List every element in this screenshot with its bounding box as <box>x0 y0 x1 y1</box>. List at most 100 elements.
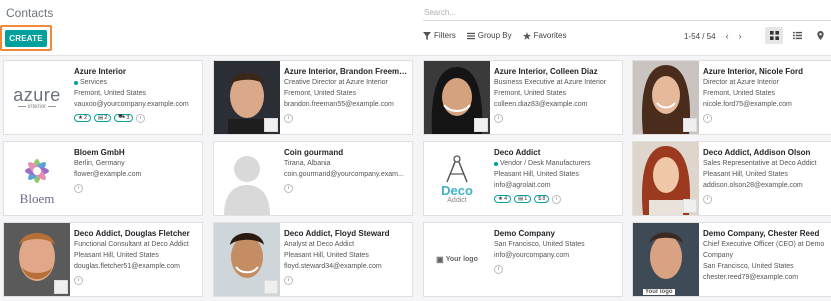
kanban-icon <box>769 31 779 40</box>
contact-card[interactable]: Deco Addict, Douglas Fletcher Functional… <box>3 222 203 297</box>
contact-function: Chief Executive Officer (CEO) at Demo <box>703 241 825 248</box>
pager-value[interactable]: 1-54 / 54 <box>684 32 716 41</box>
groupby-label: Group By <box>477 31 512 40</box>
company-mini-logo <box>264 118 278 132</box>
sales-badge[interactable]: ⛟ 3 <box>114 113 134 122</box>
activity-clock-icon[interactable] <box>703 195 712 204</box>
pager-next-icon[interactable]: › <box>739 31 742 41</box>
contact-avatar <box>214 61 280 134</box>
pager-previous-icon[interactable]: ‹ <box>726 31 729 41</box>
contact-card[interactable]: Azure Interior, Brandon Freeman Creative… <box>213 60 413 135</box>
contact-function: Director at Azure Interior <box>703 79 779 86</box>
filters-button[interactable]: Filters <box>423 31 456 40</box>
azure-logo-text: azure <box>13 84 61 105</box>
view-switcher <box>765 27 831 44</box>
company-logo: azure interior <box>4 61 70 134</box>
contact-card[interactable]: Coin gourmand Tirana, Albania coin.gourm… <box>213 141 413 216</box>
activity-clock-icon[interactable] <box>494 265 503 274</box>
company-mini-logo <box>264 280 278 294</box>
contact-name: Azure Interior, Brandon Freeman <box>284 67 408 76</box>
contact-email: douglas.fletcher51@example.com <box>74 263 180 270</box>
activity-badges: ★ 2 ▤ 2 ⛟ 3 <box>74 112 198 123</box>
deco-logo-subtext: Addict <box>447 196 467 204</box>
activity-clock-icon[interactable] <box>284 114 293 123</box>
contact-function: Creative Director at Azure Interior <box>284 79 388 86</box>
activity-clock-icon[interactable] <box>552 195 562 204</box>
tag-dot-icon <box>74 80 78 85</box>
activity-clock-icon[interactable] <box>136 114 146 123</box>
contact-avatar <box>633 61 699 134</box>
map-view-button[interactable] <box>811 27 829 44</box>
contact-card[interactable]: ▣ Your logo Demo Company San Francisco, … <box>423 222 623 297</box>
contact-name: Deco Addict, Floyd Steward <box>284 229 390 238</box>
contact-name: Azure Interior, Nicole Ford <box>703 67 804 76</box>
contact-card[interactable]: azure interior Azure Interior Services F… <box>3 60 203 135</box>
contact-email: vauxoo@yourcompany.example.com <box>74 101 189 108</box>
contact-location: San Francisco, United States <box>703 263 794 270</box>
list-view-button[interactable] <box>788 27 806 44</box>
opportunities-badge[interactable]: ★ 2 <box>74 113 91 122</box>
contact-card[interactable]: Azure Interior, Nicole Ford Director at … <box>632 60 831 135</box>
company-logo: Deco Addict <box>424 142 490 215</box>
pager: 1-54 / 54 ‹ › <box>684 31 742 41</box>
sales-badge[interactable]: $8 <box>534 194 550 203</box>
contact-location: Pleasant Hill, United States <box>284 252 369 259</box>
activity-clock-icon[interactable] <box>284 276 293 285</box>
page-title: Contacts <box>6 6 54 20</box>
meetings-badge[interactable]: ▤ 1 <box>514 194 532 203</box>
search-options: Filters Group By Favorites <box>423 31 566 40</box>
contact-email: nicole.ford75@example.com <box>703 101 792 108</box>
bars-icon <box>466 32 475 39</box>
filter-icon <box>423 31 431 40</box>
contact-location: Tirana, Albania <box>284 160 331 167</box>
activity-clock-icon[interactable] <box>703 114 712 123</box>
activity-clock-icon[interactable] <box>74 184 83 193</box>
create-button[interactable]: CREATE <box>5 30 47 47</box>
contact-location: Fremont, United States <box>284 90 356 97</box>
contact-email: flower@example.com <box>74 171 142 178</box>
create-button-highlight: CREATE <box>0 25 52 51</box>
contact-card[interactable]: Deco Addict, Floyd Steward Analyst at De… <box>213 222 413 297</box>
meetings-badge[interactable]: ▤ 2 <box>94 113 112 122</box>
contact-function: Sales Representative at Deco Addict <box>703 160 817 167</box>
contact-name: Azure Interior, Colleen Diaz <box>494 67 598 76</box>
contact-function-cont: Company <box>703 252 733 259</box>
contact-email: floyd.steward34@example.com <box>284 263 382 270</box>
contact-name: Deco Addict, Addison Olson <box>703 148 811 157</box>
contact-email: info@agrolait.com <box>494 182 551 189</box>
contact-card[interactable]: Your logo Demo Company, Chester Reed Chi… <box>632 222 831 297</box>
bloem-logo-text: Bloem <box>19 190 55 206</box>
contact-name: Demo Company, Chester Reed <box>703 229 820 238</box>
contact-tag: Vendor / Desk Manufacturers <box>500 160 591 167</box>
map-marker-icon <box>816 31 824 40</box>
compass-icon <box>446 154 468 182</box>
activity-badges: ★ 4 ▤ 1 $8 <box>494 193 618 204</box>
kanban-view-button[interactable] <box>765 27 783 44</box>
contact-name: Demo Company <box>494 229 555 238</box>
contact-email: addison.olson28@example.com <box>703 182 803 189</box>
activity-clock-icon[interactable] <box>494 114 503 123</box>
contact-card[interactable]: Bloem Bloem GmbH Berlin, Germany flower@… <box>3 141 203 216</box>
search-input[interactable] <box>423 5 831 21</box>
contact-email: brandon.freeman55@example.com <box>284 101 394 108</box>
company-mini-logo <box>683 199 697 213</box>
contact-card[interactable]: Deco Addict Deco Addict Vendor / Desk Ma… <box>423 141 623 216</box>
activity-clock-icon[interactable] <box>74 276 83 285</box>
company-mini-logo <box>474 118 488 132</box>
groupby-button[interactable]: Group By <box>466 31 512 40</box>
star-icon <box>522 31 531 40</box>
image-icon: ▣ <box>436 255 444 264</box>
activity-clock-icon[interactable] <box>284 184 293 193</box>
favorites-button[interactable]: Favorites <box>522 31 567 40</box>
company-logo-placeholder: ▣ Your logo <box>424 223 490 296</box>
contact-avatar: Your logo <box>633 223 699 296</box>
opportunities-badge[interactable]: ★ 4 <box>494 194 511 203</box>
contact-name: Bloem GmbH <box>74 148 125 157</box>
contact-email: colleen.diaz83@example.com <box>494 101 588 108</box>
contact-name: Coin gourmand <box>284 148 344 157</box>
contact-card[interactable]: Deco Addict, Addison Olson Sales Represe… <box>632 141 831 216</box>
favorites-label: Favorites <box>533 31 567 40</box>
contact-location: Pleasant Hill, United States <box>703 171 788 178</box>
contact-avatar <box>214 223 280 296</box>
contact-card[interactable]: Azure Interior, Colleen Diaz Business Ex… <box>423 60 623 135</box>
